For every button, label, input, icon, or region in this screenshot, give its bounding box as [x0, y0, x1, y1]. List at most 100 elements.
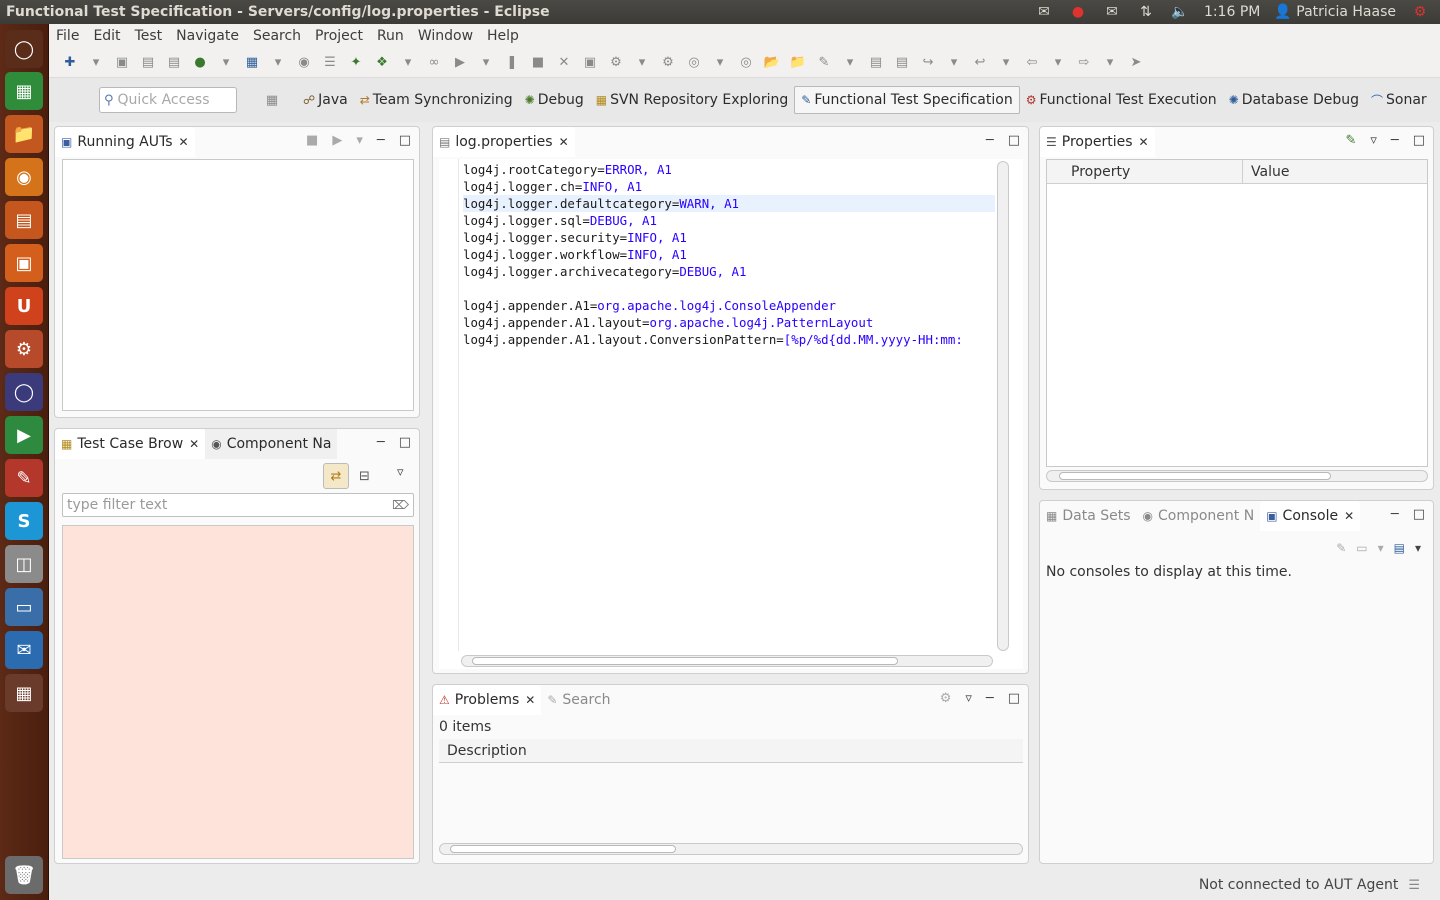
gear-icon[interactable]: ⚙: [657, 53, 679, 73]
view-menu-icon[interactable]: ▿: [1370, 133, 1377, 148]
screenshot-icon[interactable]: ◫: [5, 545, 43, 583]
dropdown-icon[interactable]: ▾: [267, 53, 289, 73]
dropdown-icon[interactable]: ▾: [995, 53, 1017, 73]
workspace-switcher-icon[interactable]: ▦: [5, 674, 43, 712]
minimize-icon[interactable]: ─: [986, 133, 994, 148]
perspective-team-synchronizing[interactable]: ⇄ Team Synchronizing: [354, 86, 519, 114]
column-header-value[interactable]: Value: [1242, 160, 1427, 184]
save-icon[interactable]: ▣: [111, 53, 133, 73]
minimize-icon[interactable]: ─: [1391, 133, 1399, 148]
gear-icon[interactable]: ⚙: [605, 53, 627, 73]
volume-icon[interactable]: 🔈: [1170, 3, 1190, 21]
connect-icon[interactable]: ❖: [371, 53, 393, 73]
link-icon[interactable]: ∞: [423, 53, 445, 73]
minimize-icon[interactable]: ─: [377, 435, 385, 450]
open-console-icon[interactable]: ▤: [1394, 541, 1405, 555]
dropdown-icon[interactable]: ▾: [943, 53, 965, 73]
mail-icon[interactable]: ✉: [1102, 3, 1122, 21]
trash-icon[interactable]: 🗑: [5, 856, 43, 894]
run-test-icon[interactable]: ●: [189, 53, 211, 73]
power-icon[interactable]: ⚙: [1410, 3, 1430, 21]
dash-icon[interactable]: ◯: [5, 30, 43, 68]
properties-table[interactable]: [1046, 159, 1428, 467]
maximize-icon[interactable]: □: [399, 133, 411, 148]
menu-test[interactable]: Test: [128, 28, 170, 44]
dropdown-icon[interactable]: ▾: [1099, 53, 1121, 73]
dropdown-icon[interactable]: ▾: [631, 53, 653, 73]
menu-search[interactable]: Search: [246, 28, 308, 44]
dropdown-icon[interactable]: ▾: [215, 53, 237, 73]
perspective-debug[interactable]: ✺ Debug: [519, 86, 590, 114]
code-line[interactable]: log4j.logger.security=INFO, A1: [463, 229, 995, 246]
dropdown-icon[interactable]: ▾: [397, 53, 419, 73]
menu-edit[interactable]: Edit: [86, 28, 127, 44]
tab-console[interactable]: ▣ Console ✕: [1260, 501, 1361, 531]
perspective-database-debug[interactable]: ✺ Database Debug: [1223, 86, 1365, 114]
back-icon[interactable]: ⇦: [1021, 53, 1043, 73]
clock[interactable]: 1:16 PM: [1204, 4, 1260, 20]
settings-icon[interactable]: ⚙: [5, 330, 43, 368]
folder-icon[interactable]: 📁: [787, 53, 809, 73]
quick-access-field[interactable]: ⚲ Quick Access: [99, 87, 237, 113]
maximize-icon[interactable]: □: [1008, 691, 1020, 706]
open-perspective-icon[interactable]: ▦: [261, 90, 283, 110]
forward-icon[interactable]: ⇨: [1073, 53, 1095, 73]
menu-help[interactable]: Help: [480, 28, 526, 44]
filter-icon[interactable]: ⚙: [940, 691, 952, 706]
filter-input[interactable]: type filter text ⌦: [62, 493, 414, 517]
code-line[interactable]: log4j.logger.defaultcategory=WARN, A1: [463, 195, 995, 212]
globe-icon[interactable]: ◉: [293, 53, 315, 73]
test-case-tree[interactable]: [62, 525, 414, 859]
minimize-icon[interactable]: ─: [377, 133, 385, 148]
stop-icon[interactable]: ■: [306, 133, 318, 148]
dropdown-icon[interactable]: ▾: [1047, 53, 1069, 73]
jubula-icon[interactable]: ▶: [5, 416, 43, 454]
code-content[interactable]: log4j.rootCategory=ERROR, A1 log4j.logger…: [463, 161, 995, 348]
code-line[interactable]: log4j.appender.A1.layout.ConversionPatte…: [463, 331, 995, 348]
page-icon[interactable]: ▤: [891, 53, 913, 73]
pin-console-icon[interactable]: ✎: [1336, 541, 1346, 555]
tab-properties[interactable]: ☰ Properties ✕: [1040, 127, 1155, 157]
target-icon[interactable]: ◎: [683, 53, 705, 73]
files-icon[interactable]: 📁: [5, 115, 43, 153]
view-menu-icon[interactable]: ▿: [397, 465, 404, 480]
link-with-editor-button[interactable]: ⇄: [323, 463, 349, 489]
firefox-icon[interactable]: ◉: [5, 158, 43, 196]
perspective-functional-test-execution[interactable]: ⚙ Functional Test Execution: [1020, 86, 1223, 114]
close-icon[interactable]: ✕: [179, 135, 189, 149]
brush-icon[interactable]: ✎: [813, 53, 835, 73]
dropdown-icon[interactable]: ▾: [475, 53, 497, 73]
print-icon[interactable]: ▤: [163, 53, 185, 73]
play-icon[interactable]: ▶: [449, 53, 471, 73]
remote-desktop-icon[interactable]: ▭: [5, 588, 43, 626]
editor-vertical-scrollbar[interactable]: [997, 161, 1009, 651]
code-line[interactable]: log4j.rootCategory=ERROR, A1: [463, 161, 995, 178]
messaging-icon[interactable]: ✉: [1034, 3, 1054, 21]
documents-icon[interactable]: ▤: [5, 201, 43, 239]
code-line[interactable]: [463, 280, 995, 297]
scroll-thumb[interactable]: [1059, 472, 1331, 480]
tab-component-names[interactable]: ◉ Component Na: [205, 429, 338, 459]
view-menu-icon[interactable]: ▿: [965, 691, 972, 706]
menu-project[interactable]: Project: [308, 28, 370, 44]
pin-icon[interactable]: ✎: [1345, 133, 1356, 148]
tab-running-auts[interactable]: ▣ Running AUTs ✕: [55, 127, 195, 157]
list-icon[interactable]: ☰: [319, 53, 341, 73]
lock-icon[interactable]: ▣: [579, 53, 601, 73]
maximize-icon[interactable]: □: [1008, 133, 1020, 148]
dropdown-icon[interactable]: ▾: [709, 53, 731, 73]
close-icon[interactable]: ✕: [189, 437, 199, 451]
new-icon[interactable]: ✚: [59, 53, 81, 73]
editor-horizontal-scrollbar[interactable]: [461, 655, 993, 667]
properties-horizontal-scrollbar[interactable]: [1046, 470, 1428, 482]
maximize-icon[interactable]: □: [1413, 507, 1425, 522]
pin-icon[interactable]: ➤: [1125, 53, 1147, 73]
status-menu-icon[interactable]: ☰: [1408, 878, 1420, 893]
paint-icon[interactable]: ✎: [5, 459, 43, 497]
code-line[interactable]: log4j.appender.A1=org.apache.log4j.Conso…: [463, 297, 995, 314]
menu-run[interactable]: Run: [370, 28, 411, 44]
dropdown-icon[interactable]: ▾: [1415, 541, 1421, 555]
open-folder-icon[interactable]: 📂: [761, 53, 783, 73]
menu-navigate[interactable]: Navigate: [169, 28, 246, 44]
collapse-all-icon[interactable]: ⊟: [359, 469, 370, 484]
